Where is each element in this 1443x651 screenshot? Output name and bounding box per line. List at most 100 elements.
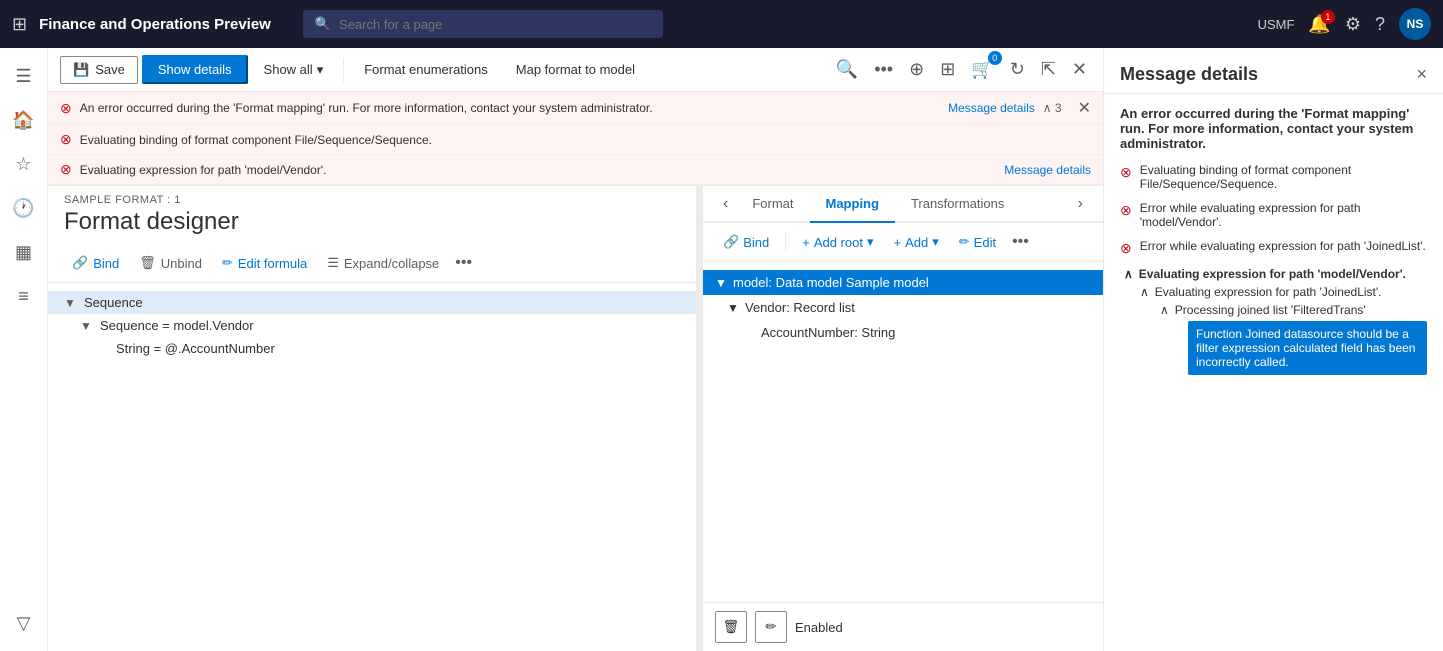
map-add-root-button[interactable]: + Add root ▾ <box>794 230 881 254</box>
tab-arrow-left[interactable]: ‹ <box>715 187 736 221</box>
subsubsection-label: Processing joined list 'FilteredTrans' <box>1175 303 1366 317</box>
error-text-2: Evaluating binding of format component F… <box>80 133 432 147</box>
mapping-item-vendor[interactable]: ▼ Vendor: Record list <box>703 295 1103 320</box>
error-icon-3: ⊗ <box>60 161 72 178</box>
search-icon: 🔍 <box>315 16 331 32</box>
message-details-link-1[interactable]: Message details <box>948 101 1035 115</box>
compare-icon[interactable]: ⊞ <box>936 55 959 84</box>
search-input[interactable] <box>339 17 651 32</box>
msg-intro-text: An error occurred during the 'Format map… <box>1120 106 1427 151</box>
section-chevron-1: ∧ <box>1124 267 1133 281</box>
mapping-item-model[interactable]: ▼ model: Data model Sample model <box>703 270 1103 295</box>
tree-item-sequence-model[interactable]: ▼ Sequence = model.Vendor <box>48 314 696 337</box>
subsection-chevron-1: ∧ <box>1140 285 1149 299</box>
region-label: USMF <box>1258 17 1295 32</box>
collapse-icon[interactable]: ∧ 3 <box>1043 101 1062 115</box>
mapping-item-account[interactable]: AccountNumber: String <box>703 320 1103 345</box>
tree-label-1: Sequence = model.Vendor <box>100 318 680 333</box>
msg-body: An error occurred during the 'Format map… <box>1104 94 1443 651</box>
format-enumerations-button[interactable]: Format enumerations <box>352 57 500 82</box>
format-toolbar: 🔗 Bind 🗑 Unbind ✏ Edit formula ☰ Expand/… <box>48 244 696 283</box>
save-button[interactable]: 💾 Save <box>60 56 138 84</box>
mapping-tree: ▼ model: Data model Sample model ▼ Vendo… <box>703 262 1103 602</box>
errors-area: ⊗ An error occurred during the 'Format m… <box>48 92 1103 186</box>
tab-mapping[interactable]: Mapping <box>810 186 895 223</box>
message-details-panel: Message details × An error occurred duri… <box>1103 48 1443 651</box>
msg-error-text-2: Error while evaluating expression for pa… <box>1140 201 1427 229</box>
msg-error-text-1: Evaluating binding of format component F… <box>1140 163 1427 191</box>
refresh-icon[interactable]: ↻ <box>1006 55 1029 84</box>
add-root-icon: + <box>802 235 810 250</box>
msg-section-header-1[interactable]: ∧ Evaluating expression for path 'model/… <box>1120 267 1427 281</box>
delete-button[interactable]: 🗑 <box>715 611 747 643</box>
settings-icon[interactable]: ⚙ <box>1345 14 1361 35</box>
mapping-tabs: ‹ Format Mapping Transformations › <box>703 186 1103 223</box>
section-label-1: Evaluating expression for path 'model/Ve… <box>1139 267 1406 281</box>
user-avatar[interactable]: NS <box>1399 8 1431 40</box>
map-edit-button[interactable]: ✏ Edit <box>951 230 1004 254</box>
toolbar-sep-1 <box>343 58 344 82</box>
sidebar-hamburger[interactable]: ☰ <box>4 56 44 96</box>
sidebar-favorites[interactable]: ☆ <box>4 144 44 184</box>
msg-close-button[interactable]: × <box>1416 64 1427 85</box>
mapping-chevron-0: ▼ <box>715 276 729 290</box>
app-layout: ☰ 🏠 ☆ 🕐 ▦ ≡ ▽ 💾 Save Show details Show a… <box>0 48 1443 651</box>
mapping-toolbar: 🔗 Bind + Add root ▾ + Add ▾ <box>703 223 1103 262</box>
tree-label-0: Sequence <box>84 295 680 310</box>
mapping-label-2: AccountNumber: String <box>761 325 895 340</box>
sidebar-home[interactable]: 🏠 <box>4 100 44 140</box>
msg-subsubsection-header[interactable]: ∧ Processing joined list 'FilteredTrans' <box>1160 303 1427 317</box>
footer-status: Enabled <box>795 620 843 635</box>
help-icon[interactable]: ? <box>1375 14 1385 35</box>
map-format-button[interactable]: Map format to model <box>504 57 647 82</box>
notification-icon[interactable]: 🔔 1 <box>1308 14 1330 35</box>
search-toolbar-icon[interactable]: 🔍 <box>832 55 862 84</box>
msg-error-icon-2: ⊗ <box>1120 202 1132 219</box>
search-bar[interactable]: 🔍 <box>303 10 663 38</box>
open-external-icon[interactable]: ⇱ <box>1037 55 1060 84</box>
sidebar-recent[interactable]: 🕐 <box>4 188 44 228</box>
grid-icon[interactable]: ⊞ <box>12 14 27 35</box>
message-details-link-2[interactable]: Message details <box>1004 163 1091 177</box>
msg-subsection-header-1[interactable]: ∧ Evaluating expression for path 'Joined… <box>1140 285 1427 299</box>
dismiss-errors-icon[interactable]: ✕ <box>1078 98 1091 118</box>
bind-button[interactable]: 🔗 Bind <box>64 251 127 275</box>
sidebar-workspaces[interactable]: ▦ <box>4 232 44 272</box>
view-mode-icon[interactable]: ⊕ <box>905 55 928 84</box>
more-options-button[interactable]: ••• <box>870 55 897 84</box>
tab-transformations[interactable]: Transformations <box>895 186 1020 223</box>
mapping-chevron-1: ▼ <box>727 301 741 315</box>
unbind-button[interactable]: 🗑 Unbind <box>131 251 210 275</box>
msg-error-1: ⊗ Evaluating binding of format component… <box>1120 163 1427 191</box>
msg-error-text-3: Error while evaluating expression for pa… <box>1140 239 1426 253</box>
sidebar-modules[interactable]: ≡ <box>4 276 44 316</box>
expand-collapse-button[interactable]: ☰ Expand/collapse <box>319 251 447 275</box>
add-icon: + <box>894 235 902 250</box>
error-row-1: ⊗ An error occurred during the 'Format m… <box>48 92 1103 125</box>
toolbar-icons: 🔍 ••• ⊕ ⊞ 🛒 0 ↻ ⇱ ✕ <box>832 55 1091 84</box>
edit-footer-button[interactable]: ✏ <box>755 611 787 643</box>
cart-icon[interactable]: 🛒 0 <box>967 55 997 84</box>
map-bind-button[interactable]: 🔗 Bind <box>715 230 777 254</box>
msg-highlight-box: Function Joined datasource should be a f… <box>1188 321 1427 375</box>
map-more-button[interactable]: ••• <box>1008 229 1033 255</box>
error-row-3: ⊗ Evaluating expression for path 'model/… <box>48 155 1103 185</box>
map-add-button[interactable]: + Add ▾ <box>886 230 947 254</box>
show-details-button[interactable]: Show details <box>142 55 248 84</box>
chevron-down-icon: ▾ <box>317 62 324 78</box>
sidebar: ☰ 🏠 ☆ 🕐 ▦ ≡ ▽ <box>0 48 48 651</box>
show-all-button[interactable]: Show all ▾ <box>252 57 336 83</box>
format-designer-panel: SAMPLE FORMAT : 1 Format designer 🔗 Bind… <box>48 186 697 651</box>
close-page-icon[interactable]: ✕ <box>1068 55 1091 84</box>
edit-formula-button[interactable]: ✏ Edit formula <box>214 251 315 275</box>
tree-item-string[interactable]: String = @.AccountNumber <box>48 337 696 360</box>
designer-header: SAMPLE FORMAT : 1 Format designer <box>48 186 696 244</box>
msg-title: Message details <box>1120 64 1258 85</box>
tree-item-sequence[interactable]: ▼ Sequence <box>48 291 696 314</box>
format-more-button[interactable]: ••• <box>451 250 476 276</box>
subsection-label-1: Evaluating expression for path 'JoinedLi… <box>1155 285 1382 299</box>
mapping-panel: ‹ Format Mapping Transformations › 🔗 <box>703 186 1103 651</box>
tab-arrow-right[interactable]: › <box>1070 187 1091 221</box>
sidebar-filter[interactable]: ▽ <box>4 603 44 643</box>
tab-format[interactable]: Format <box>736 186 809 223</box>
